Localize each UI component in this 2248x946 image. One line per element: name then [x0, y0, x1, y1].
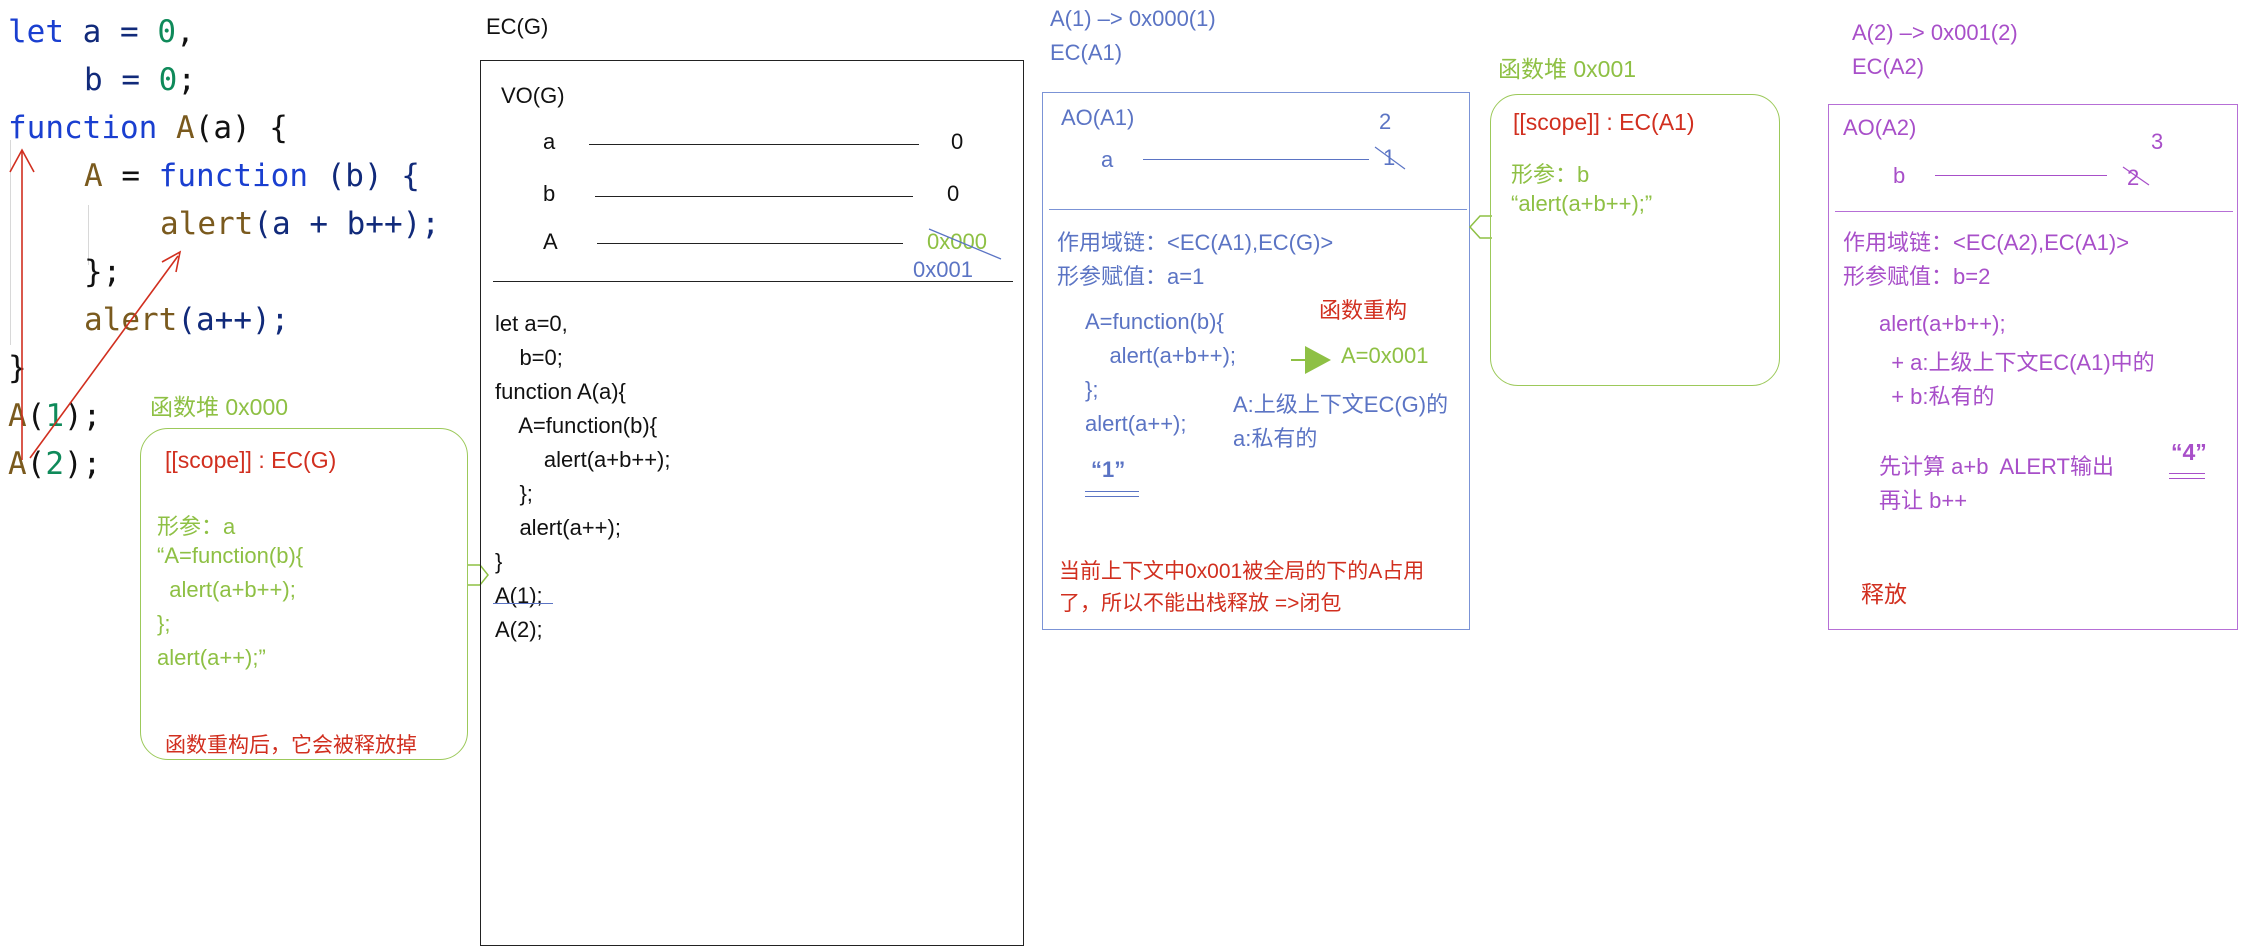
- heap-1-body: “alert(a+b++);”: [1511, 191, 1653, 216]
- underline-mark: [2169, 473, 2205, 474]
- heap-0-body: alert(a++);”: [157, 645, 266, 670]
- heap-1-scope: [[scope]] : EC(A1): [1513, 109, 1695, 135]
- eca1-a-assign: A=0x001: [1341, 343, 1429, 368]
- eca1-scope-chain: 作用域链：<EC(A1),EC(G)>: [1057, 230, 1334, 255]
- heap-0-body: “A=function(b){: [157, 543, 304, 568]
- heap-0-body: alert(a+b++);: [157, 577, 296, 602]
- eca1-ao-title: AO(A1): [1061, 105, 1135, 130]
- strike-mark: [2122, 166, 2150, 186]
- heap-1-box: [[scope]] : EC(A1) 形参：b “alert(a+b++);”: [1490, 94, 1780, 386]
- eca2-output: “4”: [2171, 439, 2207, 465]
- eca1-code-line: };: [1085, 377, 1099, 402]
- ecg-code-line: alert(a++);: [495, 515, 621, 540]
- underline-mark: [493, 603, 553, 604]
- arrow-line-diagonal: [29, 255, 179, 459]
- ecg-var-name: a: [543, 129, 556, 154]
- ecg-var-value: 0: [951, 129, 964, 154]
- eca1-param-assign: 形参赋值：a=1: [1057, 264, 1205, 289]
- eca1-reconstruct-label: 函数重构: [1319, 298, 1408, 323]
- code-token: (a + b++);: [253, 206, 440, 242]
- heap-0-box: [[scope]] : EC(G) 形参：a “A=function(b){ a…: [140, 428, 468, 760]
- code-token: (b) {: [307, 158, 420, 194]
- eca2-param-assign: 形参赋值：b=2: [1843, 264, 1991, 289]
- arrow-head-diagonal: [161, 250, 182, 273]
- eca2-box: AO(A2) 3 b 2 作用域链：<EC(A2),EC(A1)> 形参赋值：b…: [1828, 104, 2238, 630]
- eca2-line: + b:私有的: [1879, 384, 1995, 409]
- green-arrow-icon: [1291, 346, 1331, 374]
- eca1-closure-note: 了，所以不能出栈释放 =>闭包: [1059, 592, 1342, 615]
- eca1-code-line: alert(a+b++);: [1085, 343, 1237, 368]
- underline-mark: [2169, 478, 2205, 479]
- heap-1-title: 函数堆 0x001: [1498, 56, 1637, 82]
- ecg-code-line: };: [495, 481, 533, 506]
- ecg-code-line: A=function(b){: [495, 413, 658, 438]
- ecg-var-line: [589, 144, 919, 145]
- divider: [493, 281, 1013, 282]
- eca1-a-new-value: 2: [1379, 109, 1392, 134]
- eca2-release-label: 释放: [1861, 581, 1907, 607]
- eca1-box: AO(A1) 2 a 1 作用域链：<EC(A1),EC(G)> 形参赋值：a=…: [1042, 92, 1470, 630]
- eca1-note: A:上级上下文EC(G)的: [1233, 392, 1449, 417]
- eca1-var-line: [1143, 159, 1369, 160]
- eca1-note: a:私有的: [1233, 426, 1318, 451]
- heap-0-param: 形参：a: [157, 514, 236, 539]
- eca1-output: “1”: [1091, 457, 1126, 482]
- heap-0-title: 函数堆 0x000: [150, 394, 289, 420]
- ecg-var-value: 0: [947, 181, 960, 206]
- eca1-closure-note: 当前上下文中0x001被全局的下的A占用: [1059, 560, 1425, 583]
- ecg-box: VO(G) a 0 b 0 A 0x000 0x001 let a=0, b=0…: [480, 60, 1024, 946]
- ecg-a-new-value: 0x001: [913, 257, 973, 282]
- ecg-code-line: let a=0,: [495, 311, 568, 336]
- eca2-var-line: [1935, 175, 2107, 176]
- eca2-header: A(2) –> 0x001(2): [1852, 20, 2018, 45]
- eca2-line: 再让 b++: [1879, 488, 1968, 513]
- eca2-var-b: b: [1893, 163, 1906, 188]
- eca2-scope-chain: 作用域链：<EC(A2),EC(A1)>: [1843, 230, 2130, 255]
- eca1-header: A(1) –> 0x000(1): [1050, 6, 1216, 31]
- ecg-var-name: A: [543, 229, 558, 254]
- divider: [1835, 211, 2233, 212]
- strike-mark: [1374, 146, 1406, 170]
- ecg-var-line: [595, 196, 913, 197]
- ecg-var-line: [597, 243, 903, 244]
- ecg-vo-title: VO(G): [501, 83, 565, 108]
- ecg-var-name: b: [543, 181, 556, 206]
- heap-0-release-note: 函数重构后，它会被释放掉: [165, 734, 417, 757]
- eca2-b-new-value: 3: [2151, 129, 2164, 154]
- underline-mark: [1085, 496, 1139, 497]
- divider: [1049, 209, 1467, 210]
- eca2-title: EC(A2): [1852, 54, 1925, 79]
- heap-0-scope: [[scope]] : EC(G): [165, 447, 337, 473]
- ecg-code-line: alert(a+b++);: [495, 447, 671, 472]
- eca1-code-line: alert(a++);: [1085, 411, 1187, 436]
- eca1-code-line: A=function(b){: [1085, 309, 1224, 334]
- code-token: (a) {: [194, 110, 288, 146]
- ecg-code-line: b=0;: [495, 345, 563, 370]
- eca2-line: 先计算 a+b ALERT输出: [1879, 454, 2114, 479]
- heap-1-param: 形参：b: [1511, 162, 1590, 187]
- eca2-line: alert(a+b++);: [1879, 311, 2006, 336]
- eca1-var-a: a: [1101, 147, 1114, 172]
- eca2-line: + a:上级上下文EC(A1)中的: [1879, 350, 2155, 375]
- ecg-code-line: function A(a){: [495, 379, 626, 404]
- ecg-code-line: }: [495, 549, 503, 574]
- ecg-code-line: A(2);: [495, 617, 543, 642]
- underline-mark: [1085, 491, 1139, 492]
- eca1-title: EC(A1): [1050, 40, 1123, 65]
- eca2-ao-title: AO(A2): [1843, 115, 1917, 140]
- ecg-title: EC(G): [486, 14, 549, 39]
- ecg-code-line: A(1);: [495, 583, 543, 608]
- heap-0-body: };: [157, 611, 171, 636]
